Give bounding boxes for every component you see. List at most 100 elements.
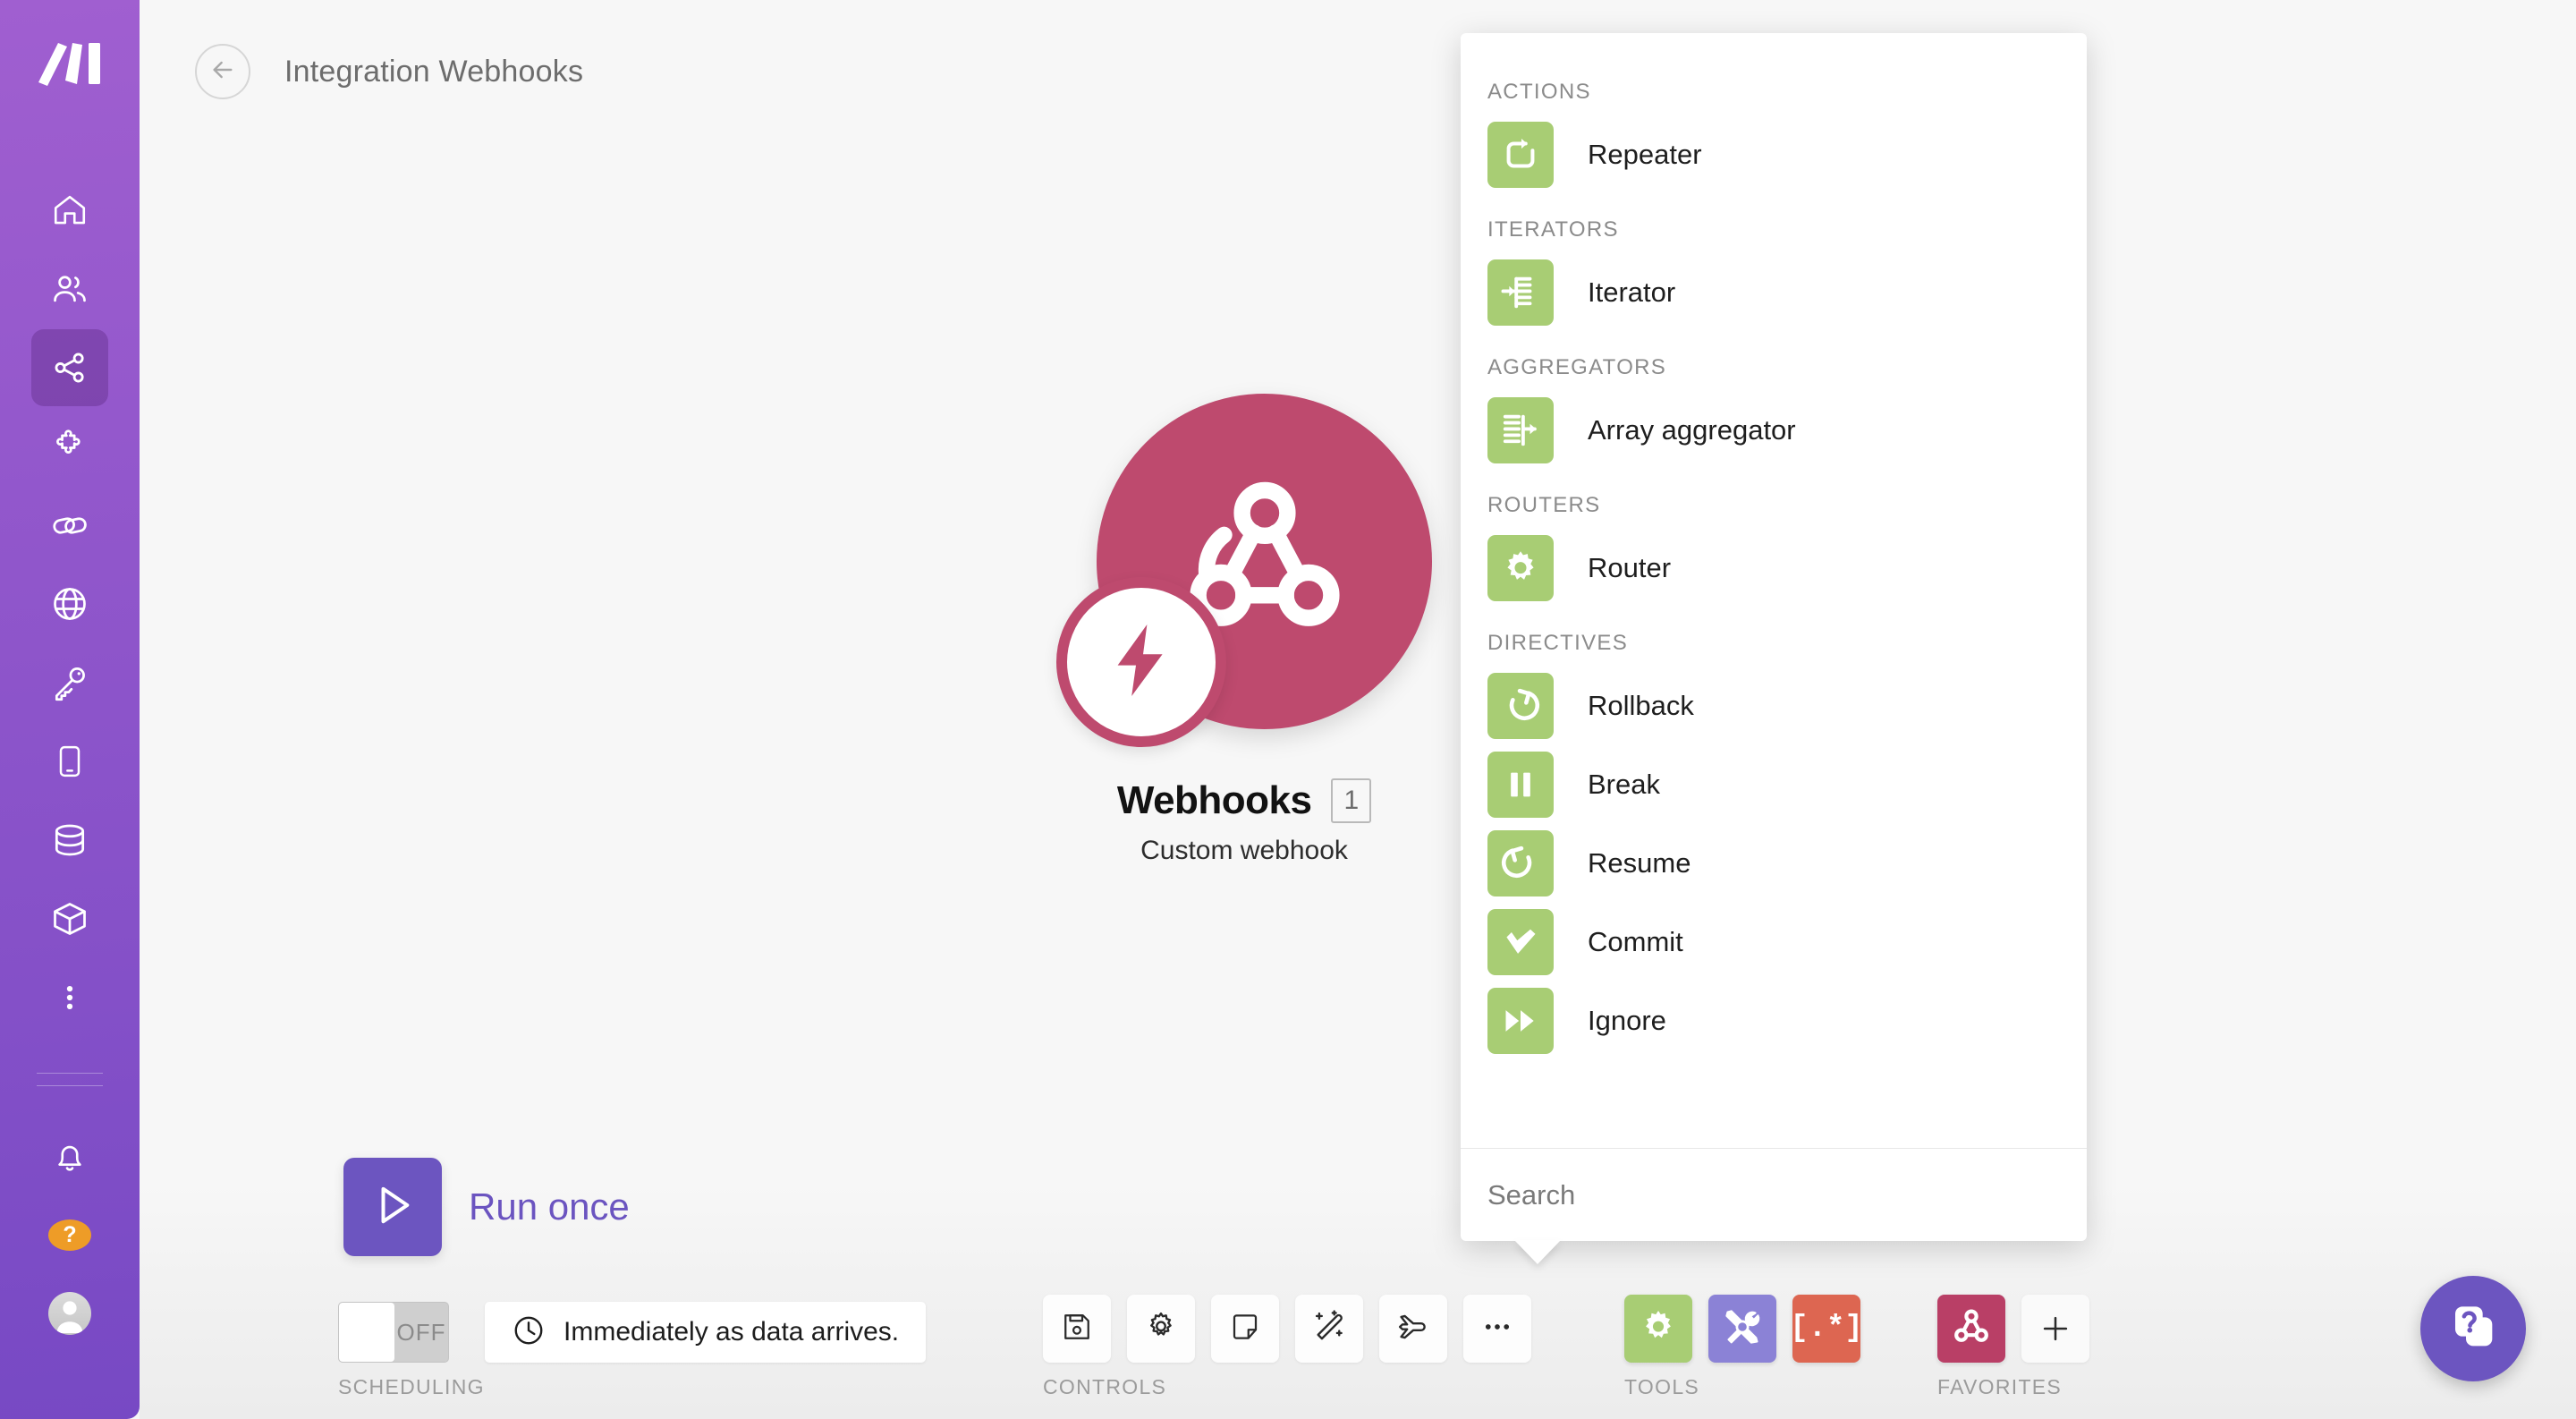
commit-check-icon — [1487, 909, 1554, 975]
lightning-bolt-icon — [1098, 617, 1184, 708]
tool-item-resume[interactable]: Resume — [1461, 824, 2087, 903]
note-icon — [1229, 1311, 1261, 1347]
ellipsis-icon — [1481, 1311, 1513, 1347]
flow-control-panel[interactable]: ACTIONS Repeater ITERATORS Iterator AGGR… — [1461, 33, 2087, 1264]
help-widget[interactable] — [2420, 1276, 2526, 1381]
bell-icon — [51, 1137, 89, 1175]
back-button[interactable] — [195, 44, 250, 99]
flow-control-button[interactable] — [1624, 1295, 1692, 1363]
group-label-actions: ACTIONS — [1487, 80, 1591, 104]
module-title-row: Webhooks 1 — [1117, 778, 1372, 823]
module-subtitle: Custom webhook — [1140, 836, 1348, 865]
settings-button[interactable] — [1127, 1295, 1195, 1363]
webhooks-globe-icon — [50, 584, 89, 624]
airplane-icon — [1396, 1310, 1430, 1348]
save-button[interactable] — [1043, 1295, 1111, 1363]
team-icon — [50, 269, 89, 309]
flow-control-list: ACTIONS Repeater ITERATORS Iterator AGGR… — [1461, 33, 2087, 1148]
make-logo[interactable] — [31, 32, 108, 95]
help-badge[interactable]: ? — [48, 1219, 91, 1251]
scheduling-toggle[interactable]: OFF — [338, 1302, 449, 1363]
magic-wand-icon — [1312, 1309, 1346, 1348]
tool-label: Rollback — [1588, 690, 1694, 721]
repeater-icon — [1487, 122, 1554, 188]
tool-item-commit[interactable]: Commit — [1461, 903, 2087, 981]
tool-item-rollback[interactable]: Rollback — [1461, 667, 2087, 745]
favorite-webhooks-button[interactable] — [1937, 1295, 2005, 1363]
tools-button[interactable] — [1708, 1295, 1776, 1363]
module-bubble[interactable] — [1056, 394, 1432, 769]
panel-search-row[interactable] — [1461, 1148, 2087, 1241]
module-webhooks[interactable]: Webhooks 1 Custom webhook — [1034, 394, 1454, 866]
tool-item-array-aggregator[interactable]: Array aggregator — [1461, 391, 2087, 470]
tool-label: Array aggregator — [1588, 414, 1796, 446]
text-parser-button[interactable]: [.*] — [1790, 1295, 1863, 1363]
tool-item-ignore[interactable]: Ignore — [1461, 981, 2087, 1060]
explorer-button[interactable] — [1379, 1295, 1447, 1363]
gear-icon — [1639, 1307, 1678, 1351]
sidebar-item-notifications[interactable] — [31, 1117, 108, 1194]
group-label-aggregators: AGGREGATORS — [1487, 355, 1667, 379]
more-options-button[interactable] — [1463, 1295, 1531, 1363]
arrow-left-icon — [208, 55, 237, 89]
sidebar-item-help[interactable]: ? — [31, 1196, 108, 1273]
iterator-icon — [1487, 259, 1554, 326]
notes-button[interactable] — [1211, 1295, 1279, 1363]
user-avatar[interactable] — [48, 1292, 91, 1335]
sidebar-item-data-stores[interactable] — [31, 802, 108, 879]
panel-pointer-tail — [1514, 1240, 1561, 1264]
clock-icon — [512, 1313, 546, 1352]
sidebar-item-data-structures[interactable] — [31, 880, 108, 957]
tool-item-router[interactable]: Router — [1461, 529, 2087, 608]
sidebar-item-home[interactable] — [31, 172, 108, 249]
sidebar-item-scenarios[interactable] — [31, 329, 108, 406]
sidebar-item-more[interactable] — [31, 959, 108, 1036]
sidebar-item-account[interactable] — [31, 1275, 108, 1352]
gear-icon — [1144, 1310, 1178, 1348]
break-pause-icon — [1487, 752, 1554, 818]
sidebar-item-webhooks[interactable] — [31, 565, 108, 642]
plus-icon — [2043, 1316, 2068, 1341]
run-once-label: Run once — [469, 1185, 630, 1228]
tool-item-iterator[interactable]: Iterator — [1461, 253, 2087, 332]
toggle-state-label: OFF — [396, 1318, 446, 1346]
sidebar-item-connections[interactable] — [31, 487, 108, 564]
sidebar-item-keys[interactable] — [31, 644, 108, 721]
scheduling-row: OFF Immediately as data arrives. — [338, 1302, 927, 1363]
array-aggregator-icon — [1487, 397, 1554, 463]
tool-label: Ignore — [1588, 1005, 1666, 1036]
devices-icon — [52, 743, 88, 779]
sidebar-item-devices[interactable] — [31, 723, 108, 800]
sidebar-item-team[interactable] — [31, 251, 108, 327]
connections-link-icon — [50, 506, 89, 545]
home-icon — [51, 191, 89, 229]
play-button[interactable] — [343, 1158, 442, 1256]
tool-label: Repeater — [1588, 139, 1702, 170]
controls-caption: CONTROLS — [1043, 1375, 1167, 1398]
tools-caption: TOOLS — [1624, 1375, 1700, 1398]
sidebar-divider — [37, 1061, 103, 1098]
favorites-row — [1937, 1295, 2089, 1363]
tool-label: Commit — [1588, 926, 1683, 957]
run-once-button[interactable]: Run once — [343, 1158, 630, 1256]
keys-icon — [50, 663, 89, 702]
add-favorite-button[interactable] — [2021, 1295, 2089, 1363]
page-title: Integration Webhooks — [284, 54, 584, 89]
data-structures-box-icon — [50, 899, 89, 939]
scheduling-caption: SCHEDULING — [338, 1375, 485, 1398]
search-input[interactable] — [1487, 1178, 2087, 1211]
group-label-routers: ROUTERS — [1487, 493, 1601, 517]
scheduling-chip[interactable]: Immediately as data arrives. — [485, 1302, 927, 1363]
scheduling-group: OFF Immediately as data arrives. SCHEDUL… — [338, 1302, 927, 1399]
sidebar-item-templates[interactable] — [31, 408, 108, 485]
tools-row: [.*] — [1624, 1295, 1863, 1363]
scenarios-icon — [51, 349, 89, 387]
help-cards-icon — [2445, 1298, 2502, 1360]
play-icon — [368, 1180, 418, 1235]
group-label-directives: DIRECTIVES — [1487, 631, 1629, 655]
favorites-caption: FAVORITES — [1937, 1375, 2063, 1398]
tool-item-repeater[interactable]: Repeater — [1461, 115, 2087, 194]
more-vertical-icon — [54, 981, 86, 1014]
auto-align-button[interactable] — [1295, 1295, 1363, 1363]
tool-item-break[interactable]: Break — [1461, 745, 2087, 824]
